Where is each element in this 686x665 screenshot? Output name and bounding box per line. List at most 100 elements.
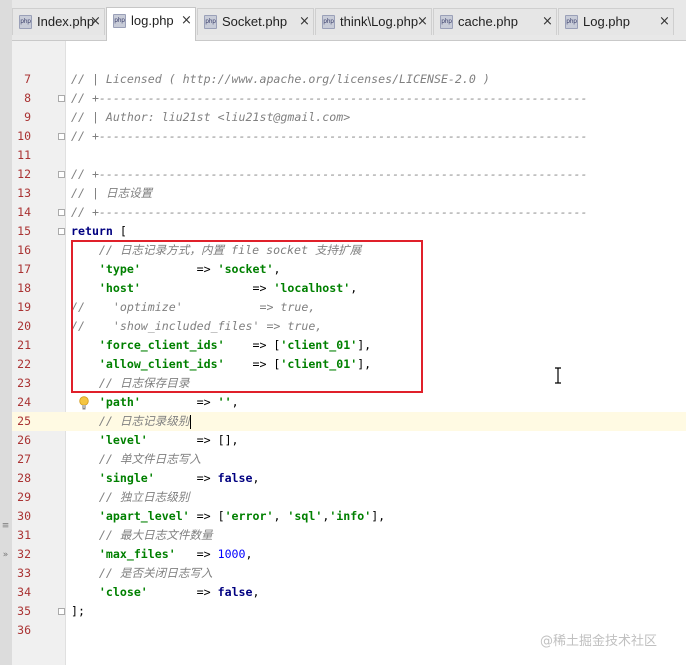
watermark: @稀土掘金技术社区 <box>540 634 658 649</box>
editor-tab-bar: php Index.php × php log.php × php Socket.php × ph… <box>12 0 686 41</box>
tab-think-log-php[interactable]: php think\Log.php × <box>315 8 432 35</box>
code-line: ]; <box>71 602 85 621</box>
line-number: 17 <box>17 262 31 276</box>
fold-marker-icon[interactable] <box>58 209 65 216</box>
code-token: => [], <box>147 433 239 447</box>
line-number: 30 <box>17 509 31 523</box>
line-number: 27 <box>17 452 31 466</box>
tab-socket-php[interactable]: php Socket.php × <box>197 8 314 35</box>
text-cursor <box>190 415 191 429</box>
panel-toggle-icon[interactable]: ≡ <box>1 520 10 532</box>
line-number: 18 <box>17 281 31 295</box>
code-line: // +------------------------------------… <box>71 203 588 222</box>
line-number: 10 <box>17 129 31 143</box>
code-token: 'close' <box>98 585 148 599</box>
code-token: 'error' <box>224 509 274 523</box>
code-token: // | Licensed ( http://www.apache.org/li… <box>71 72 490 86</box>
code-line: 'apart_level' => ['error', 'sql','info']… <box>71 507 385 526</box>
code-token: ], <box>371 509 386 523</box>
code-token: 'apart_level' <box>98 509 190 523</box>
ide-window: ≡» php Index.php × php log.php × php Socket.php… <box>0 0 686 665</box>
line-number: 23 <box>17 376 31 390</box>
code-line: 'single' => false, <box>71 469 260 488</box>
tab-index-php[interactable]: php Index.php × <box>12 8 105 35</box>
line-number: 21 <box>17 338 31 352</box>
fold-marker-icon[interactable] <box>58 608 65 615</box>
fold-marker-icon[interactable] <box>58 95 65 102</box>
code-token: // 单文件日志写入 <box>71 452 202 466</box>
code-token: => [ <box>189 509 225 523</box>
code-token: false <box>217 585 253 599</box>
close-tab-icon[interactable]: × <box>417 14 428 29</box>
code-token: // +------------------------------------… <box>71 91 588 105</box>
code-token: => <box>140 395 218 409</box>
line-number: 20 <box>17 319 31 333</box>
tab-label: cache.php <box>458 14 518 29</box>
tab-log-php[interactable]: php log.php × <box>106 7 196 41</box>
php-file-icon: php <box>113 14 126 28</box>
line-number: 22 <box>17 357 31 371</box>
code-line: // | Author: liu21st <liu21st@gmail.com> <box>71 108 350 127</box>
code-token: // +------------------------------------… <box>71 205 588 219</box>
expand-panel-icon[interactable]: » <box>1 549 10 561</box>
close-tab-icon[interactable]: × <box>90 14 101 29</box>
fold-marker-icon[interactable] <box>58 133 65 140</box>
code-token: , <box>245 547 253 561</box>
code-token: ]; <box>71 604 85 618</box>
code-token: return <box>71 224 113 238</box>
line-number: 14 <box>17 205 31 219</box>
code-token: // | 日志设置 <box>71 186 153 200</box>
close-tab-icon[interactable]: × <box>542 14 553 29</box>
php-file-icon: php <box>440 15 453 29</box>
tab-cache-php[interactable]: php cache.php × <box>433 8 557 35</box>
mouse-ibeam-cursor-icon <box>555 367 561 384</box>
code-token: '' <box>217 395 232 409</box>
code-token: 1000 <box>217 547 246 561</box>
code-token: // +------------------------------------… <box>71 129 588 143</box>
line-number: 19 <box>17 300 31 314</box>
code-token: => <box>154 471 218 485</box>
tab-log-php[interactable]: php Log.php × <box>558 8 674 35</box>
php-file-icon: php <box>204 15 217 29</box>
code-token: 'sql' <box>287 509 323 523</box>
fold-marker-icon[interactable] <box>58 171 65 178</box>
line-number: 31 <box>17 528 31 542</box>
tab-label: Socket.php <box>222 14 288 29</box>
code-line: // 单文件日志写入 <box>71 450 201 469</box>
code-line: // 最大日志文件数量 <box>71 526 213 545</box>
fold-marker-icon[interactable] <box>58 228 65 235</box>
line-number: 12 <box>17 167 31 181</box>
line-number: 25 <box>17 414 31 428</box>
line-number: 15 <box>17 224 31 238</box>
tab-label: think\Log.php <box>340 14 419 29</box>
close-tab-icon[interactable]: × <box>181 13 192 28</box>
code-token: , <box>252 471 260 485</box>
line-number: 9 <box>24 110 31 124</box>
code-line: // | Licensed ( http://www.apache.org/li… <box>71 70 490 89</box>
line-number: 36 <box>17 623 31 637</box>
lightbulb-icon[interactable] <box>78 396 90 410</box>
close-tab-icon[interactable]: × <box>659 14 670 29</box>
tab-label: Index.php <box>37 14 95 29</box>
line-number: 24 <box>17 395 31 409</box>
line-number: 35 <box>17 604 31 618</box>
code-line: return [ <box>71 222 127 241</box>
code-line: // +------------------------------------… <box>71 165 588 184</box>
code-token: // 独立日志级别 <box>71 490 190 504</box>
tab-label: Log.php <box>583 14 630 29</box>
line-number: 8 <box>24 91 31 105</box>
code-token: , <box>252 585 260 599</box>
php-file-icon: php <box>19 15 32 29</box>
close-tab-icon[interactable]: × <box>299 14 310 29</box>
code-token: , <box>273 509 288 523</box>
code-token: , <box>231 395 239 409</box>
code-token: // 最大日志文件数量 <box>71 528 213 542</box>
php-file-icon: php <box>565 15 578 29</box>
line-number: 32 <box>17 547 31 561</box>
code-line: // | 日志设置 <box>71 184 152 203</box>
